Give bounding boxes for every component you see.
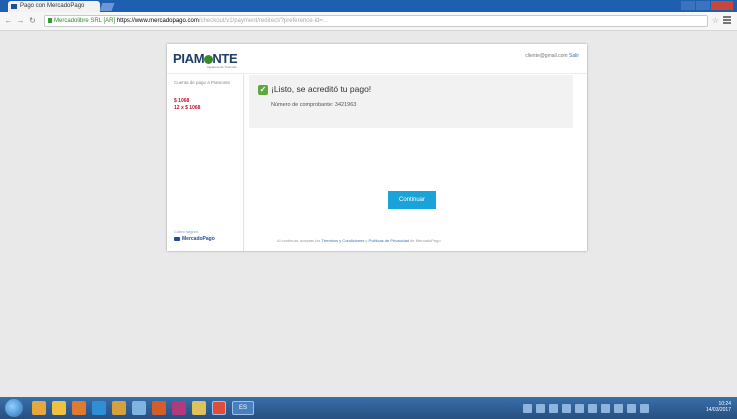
browser-window: Pago con MercadoPago ← → ↻ Mercadolibre … — [0, 0, 737, 397]
tray-icon[interactable] — [614, 403, 623, 413]
handshake-icon — [174, 237, 180, 241]
tray-icon[interactable] — [627, 403, 636, 413]
app-icon[interactable] — [152, 401, 166, 415]
app-icon[interactable] — [112, 401, 126, 415]
summary-label: Cuenta de pago a Piamonte — [174, 80, 231, 85]
tray-icon[interactable] — [523, 403, 532, 413]
forward-arrow-icon[interactable]: → — [16, 16, 25, 25]
checkmark-icon: ✓ — [258, 85, 268, 95]
piamonte-logo: PIAM NTE — [173, 51, 238, 66]
logo-tagline: zapatería de Tucumán — [207, 65, 237, 69]
minimize-button[interactable] — [681, 1, 695, 10]
secure-origin: Mercadolibre SRL [AR] — [54, 18, 116, 24]
start-button[interactable] — [5, 399, 23, 417]
mercadopago-logo: MercadoPago — [174, 236, 215, 242]
back-arrow-icon[interactable]: ← — [4, 16, 13, 25]
lock-icon — [48, 18, 52, 23]
url-host: https://www.mercadopago.com — [116, 18, 199, 24]
taskbar: ES 10:24 14/03/2017 — [0, 397, 737, 419]
chrome-icon[interactable] — [212, 401, 226, 415]
address-bar[interactable]: Mercadolibre SRL [AR] https://www.mercad… — [44, 15, 708, 27]
tray-icon[interactable] — [588, 403, 597, 413]
language-indicator[interactable]: ES — [232, 401, 254, 415]
app-icon[interactable] — [132, 401, 146, 415]
clock[interactable]: 10:24 14/03/2017 — [706, 401, 731, 413]
tab-title: Pago con MercadoPago — [20, 3, 85, 9]
footnote-end: de MercadoPago — [409, 238, 441, 243]
browser-tab[interactable]: Pago con MercadoPago — [8, 1, 100, 12]
logout-link[interactable]: Salir — [569, 53, 579, 59]
app-icon[interactable] — [172, 401, 186, 415]
privacy-link[interactable]: Políticas de Privacidad — [369, 238, 409, 243]
window-controls — [681, 1, 733, 11]
logo-text-end: NTE — [212, 51, 238, 66]
bookmark-star-icon[interactable]: ☆ — [712, 16, 719, 25]
tab-strip: Pago con MercadoPago — [0, 0, 737, 12]
terms-footnote: Al continuar, aceptas los Términos y Con… — [277, 238, 557, 243]
summary-amount: $ 1068 — [174, 98, 190, 104]
tray-icon[interactable] — [640, 403, 649, 413]
close-window-button[interactable] — [711, 1, 733, 10]
ie-icon[interactable] — [32, 401, 46, 415]
app-icon[interactable] — [92, 401, 106, 415]
user-email: cliente@gmail.com — [525, 53, 568, 59]
footnote-text: Al continuar, aceptas los — [277, 238, 321, 243]
browser-menu-icon[interactable] — [723, 16, 731, 24]
folder-icon[interactable] — [52, 401, 66, 415]
tray-icon[interactable] — [601, 403, 610, 413]
browser-toolbar: ← → ↻ Mercadolibre SRL [AR] https://www.… — [0, 12, 737, 31]
mercadopago-favicon-icon — [11, 4, 17, 9]
reload-icon[interactable]: ↻ — [28, 16, 37, 25]
continue-button[interactable]: Continuar — [388, 191, 436, 209]
maximize-button[interactable] — [696, 1, 710, 10]
provider-name: MercadoPago — [182, 236, 215, 242]
user-info: cliente@gmail.com Salir — [525, 53, 579, 59]
summary-installments: 12 x $ 1068 — [174, 105, 201, 111]
terms-link[interactable]: Términos y Condiciones — [321, 238, 364, 243]
success-title: ¡Listo, se acreditó tu pago! — [271, 84, 372, 94]
tray-icon[interactable] — [575, 403, 584, 413]
tray-icon[interactable] — [562, 403, 571, 413]
payment-summary: Cuenta de pago a Piamonte $ 1068 12 x $ … — [167, 74, 244, 251]
tray-icon[interactable] — [549, 403, 558, 413]
logo-text: PIAM — [173, 51, 205, 66]
secure-payment-label: Cobro seguro — [174, 229, 199, 234]
checkout-card: PIAM NTE zapatería de Tucumán cliente@gma… — [167, 44, 587, 251]
success-message: ✓ ¡Listo, se acreditó tu pago! Número de… — [249, 75, 573, 128]
system-tray — [523, 400, 713, 416]
new-tab-button[interactable] — [99, 3, 115, 11]
media-player-icon[interactable] — [72, 401, 86, 415]
receipt-number: Número de comprobante: 3421963 — [271, 102, 357, 108]
app-icon[interactable] — [192, 401, 206, 415]
clock-date: 14/03/2017 — [705, 407, 731, 413]
url-path: /checkout/v1/payment/redirect/?preferenc… — [198, 18, 328, 24]
tray-icon[interactable] — [536, 403, 545, 413]
